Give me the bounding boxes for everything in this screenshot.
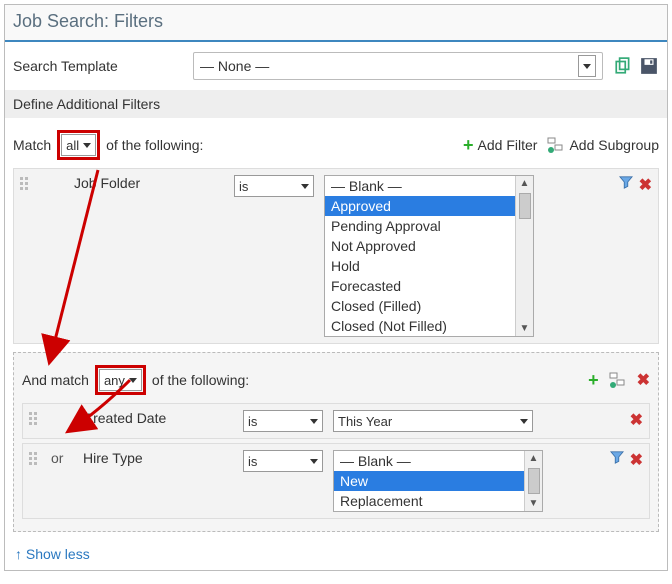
chevron-down-icon [83, 143, 91, 148]
add-subgroup-icon[interactable] [609, 372, 627, 388]
template-row: Search Template — None — [5, 42, 667, 90]
field-label: Created Date [83, 410, 243, 426]
match-mode-select[interactable]: all [61, 134, 96, 156]
template-label: Search Template [13, 58, 183, 74]
template-select[interactable]: — None — [193, 52, 603, 80]
drag-handle-icon[interactable] [29, 412, 43, 426]
scroll-thumb[interactable] [528, 468, 540, 494]
filter-row-created-date: Created Date is This Year [22, 403, 650, 439]
add-filter-button[interactable]: + Add Filter [463, 136, 537, 154]
match-prefix: Match [13, 137, 51, 153]
list-item[interactable]: Not Approved [325, 236, 515, 256]
chevron-down-icon [520, 419, 528, 424]
delete-filter-button[interactable]: ✖ [639, 175, 652, 195]
filters-panel: Job Search: Filters Search Template — No… [4, 4, 668, 571]
subgroup-panel: And match any of the following: + ✖ [13, 352, 659, 532]
subgroup-mode-highlight: any [95, 365, 146, 395]
scroll-down-icon[interactable]: ▼ [520, 321, 530, 336]
filter-row-job-folder: Job Folder is — Blank —ApprovedPending A… [13, 168, 659, 344]
subgroup-suffix: of the following: [152, 372, 249, 388]
subgroup-mode-select[interactable]: any [99, 369, 142, 391]
drag-handle-icon[interactable] [29, 452, 43, 466]
scrollbar[interactable]: ▲ ▼ [515, 176, 533, 336]
plus-icon: + [463, 136, 474, 154]
field-label: Job Folder [74, 175, 234, 191]
list-item[interactable]: Forecasted [325, 276, 515, 296]
list-item[interactable]: Replacement [334, 491, 524, 511]
add-filter-icon[interactable]: + [588, 371, 599, 389]
list-item[interactable]: New [334, 471, 524, 491]
scrollbar[interactable]: ▲ ▼ [524, 451, 542, 511]
scroll-down-icon[interactable]: ▼ [529, 496, 539, 511]
chevron-down-icon [583, 64, 591, 69]
page-title: Job Search: Filters [5, 5, 667, 42]
list-item[interactable]: Approved [325, 196, 515, 216]
filters-body: Match all of the following: + Add Filter… [5, 118, 667, 540]
list-item[interactable]: Hold [325, 256, 515, 276]
chevron-down-icon [301, 184, 309, 189]
copy-template-button[interactable] [613, 56, 633, 76]
delete-filter-button[interactable]: ✖ [630, 450, 643, 470]
list-item[interactable]: Closed (Filled) [325, 296, 515, 316]
chevron-down-icon [310, 419, 318, 424]
operator-select[interactable]: is [243, 450, 323, 472]
match-mode-highlight: all [57, 130, 100, 160]
match-mode-value: all [66, 138, 79, 153]
list-item[interactable]: Pending Approval [325, 216, 515, 236]
filter-row-hire-type: or Hire Type is — Blank —NewReplacement … [22, 443, 650, 519]
drag-handle-icon[interactable] [20, 177, 34, 191]
chevron-down-icon [310, 459, 318, 464]
subgroup-icon [547, 137, 565, 153]
match-suffix: of the following: [106, 137, 203, 153]
main-match-row: Match all of the following: + Add Filter… [13, 126, 659, 168]
list-item[interactable]: — Blank — [334, 451, 524, 471]
subgroup-mode-value: any [104, 373, 125, 388]
scroll-up-icon[interactable]: ▲ [520, 176, 530, 191]
add-subgroup-button[interactable]: Add Subgroup [547, 137, 659, 153]
delete-subgroup-button[interactable]: ✖ [637, 370, 650, 390]
operator-select[interactable]: is [243, 410, 323, 432]
section-header: Define Additional Filters [5, 90, 667, 118]
field-label: Hire Type [83, 450, 243, 466]
list-item[interactable]: Closed (Not Filled) [325, 316, 515, 336]
save-template-button[interactable] [639, 56, 659, 76]
job-folder-listbox[interactable]: — Blank —ApprovedPending ApprovalNot App… [324, 175, 534, 337]
conj-cell: or [51, 450, 83, 466]
show-less-link[interactable]: Show less [5, 540, 94, 570]
template-select-value: — None — [200, 58, 269, 74]
subgroup-match-row: And match any of the following: + ✖ [22, 361, 650, 403]
filter-icon[interactable] [619, 175, 633, 189]
operator-select[interactable]: is [234, 175, 314, 197]
chevron-down-icon [129, 378, 137, 383]
scroll-up-icon[interactable]: ▲ [529, 451, 539, 466]
subgroup-prefix: And match [22, 372, 89, 388]
list-item[interactable]: — Blank — [325, 176, 515, 196]
value-select[interactable]: This Year [333, 410, 533, 432]
scroll-thumb[interactable] [519, 193, 531, 219]
hire-type-listbox[interactable]: — Blank —NewReplacement ▲ ▼ [333, 450, 543, 512]
filter-icon[interactable] [610, 450, 624, 464]
delete-filter-button[interactable]: ✖ [630, 410, 643, 430]
